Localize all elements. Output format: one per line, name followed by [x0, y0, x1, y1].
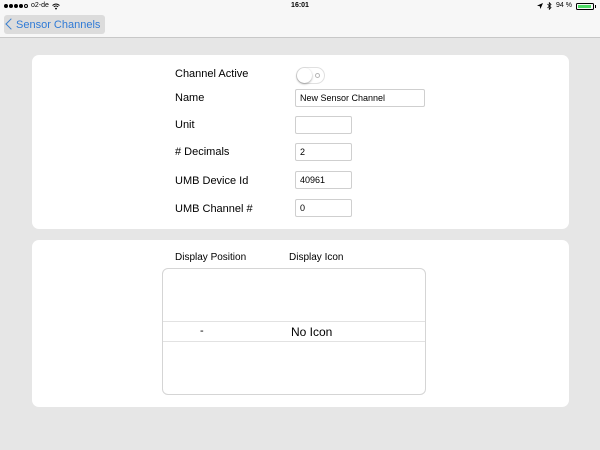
chevron-left-icon [5, 18, 17, 30]
channel-active-toggle[interactable] [296, 67, 325, 84]
display-settings-panel: Display Position Display Icon - No Icon [32, 240, 569, 407]
channel-number-field[interactable] [295, 199, 352, 217]
decimals-field[interactable] [295, 143, 352, 161]
display-picker[interactable]: - No Icon [162, 268, 426, 395]
navigation-bar: Sensor Channels [0, 12, 600, 38]
name-label: Name [175, 92, 205, 104]
toggle-knob [297, 68, 312, 83]
device-id-field[interactable] [295, 171, 352, 189]
bluetooth-icon [547, 2, 552, 10]
status-right: 94 % [537, 0, 596, 12]
status-time: 16:01 [291, 2, 309, 9]
unit-label: Unit [175, 119, 195, 131]
channel-settings-panel: Channel Active Name Unit # Decimals UMB … [32, 55, 569, 229]
back-button[interactable]: Sensor Channels [4, 15, 106, 34]
display-position-header: Display Position [175, 252, 247, 263]
row-display-position: - [200, 325, 204, 337]
device-id-label: UMB Device Id [175, 175, 249, 187]
battery-percent: 94 % [556, 2, 572, 9]
battery-icon [576, 2, 596, 10]
name-field[interactable] [295, 89, 425, 107]
channel-number-label: UMB Channel # [175, 203, 253, 215]
picker-selected-row[interactable]: - No Icon [163, 321, 425, 342]
status-bar: o2-de 16:01 94 % [0, 0, 600, 12]
unit-field[interactable] [295, 116, 352, 134]
back-button-label: Sensor Channels [16, 18, 101, 31]
decimals-label: # Decimals [175, 146, 230, 158]
toggle-off-indicator-icon [315, 73, 320, 78]
location-icon [537, 3, 544, 9]
row-display-icon: No Icon [291, 325, 333, 339]
display-icon-header: Display Icon [289, 252, 344, 263]
channel-active-label: Channel Active [175, 68, 249, 80]
